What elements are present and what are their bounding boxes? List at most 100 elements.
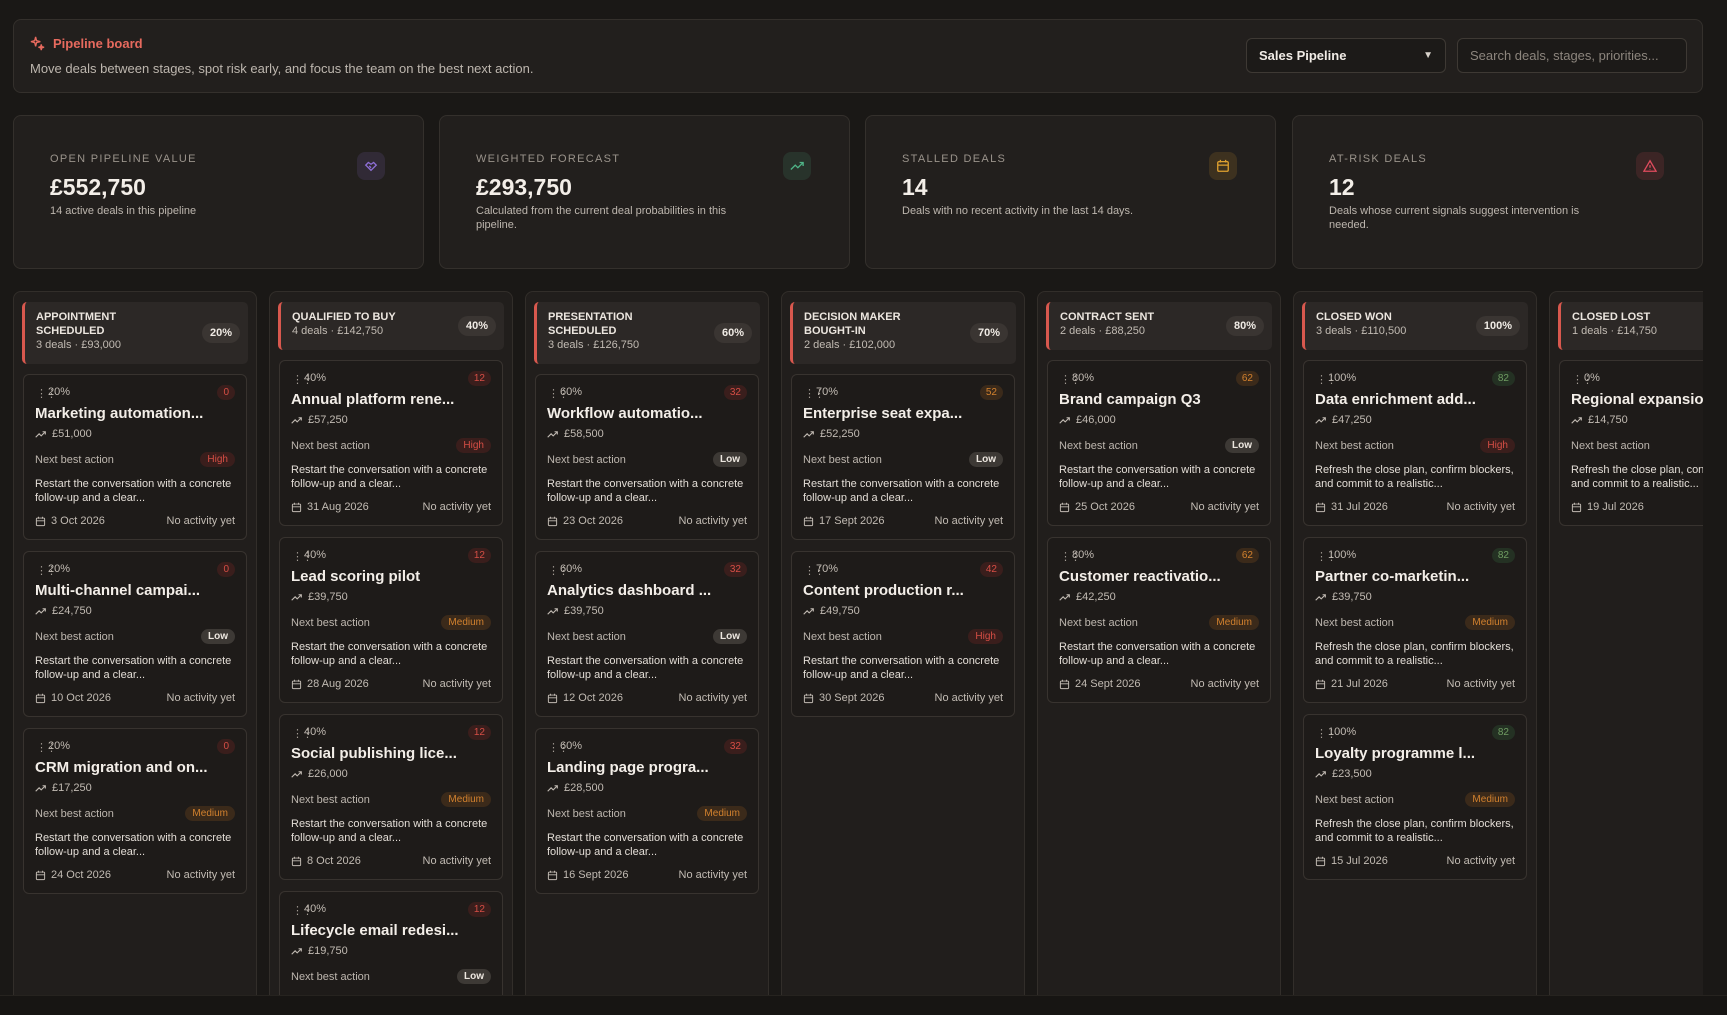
- deal-title[interactable]: Brand campaign Q3: [1059, 391, 1259, 408]
- close-date: 19 Jul 2026: [1571, 501, 1644, 513]
- last-activity: No activity yet: [166, 869, 235, 881]
- deal-title[interactable]: Customer reactivatio...: [1059, 568, 1259, 585]
- deal-title[interactable]: Regional expansion: [1571, 391, 1703, 408]
- close-date-value: 30 Sept 2026: [819, 692, 885, 704]
- deal-amount-value: £39,750: [564, 605, 604, 617]
- stage-header[interactable]: CLOSED LOST 1 deals · £14,750: [1558, 302, 1703, 350]
- close-date: 16 Sept 2026: [547, 869, 628, 881]
- deal-card[interactable]: ⋮⋮ 20% 0 Multi-channel campai... £24,750…: [23, 551, 247, 717]
- deal-amount-value: £19,750: [308, 945, 348, 957]
- priority-badge: Low: [713, 452, 747, 467]
- last-activity: No activity yet: [1446, 501, 1515, 513]
- deal-card[interactable]: ⋮⋮ 100% 82 Data enrichment add... £47,25…: [1303, 360, 1527, 526]
- deal-amount: £58,500: [547, 428, 604, 440]
- deal-probability: 60%: [560, 740, 583, 752]
- deal-title[interactable]: Lifecycle email redesi...: [291, 922, 491, 939]
- next-best-action-text: Restart the conversation with a concrete…: [291, 818, 488, 844]
- stage-header[interactable]: CONTRACT SENT 2 deals · £88,250 80%: [1046, 302, 1272, 350]
- deal-amount: £28,500: [547, 782, 604, 794]
- stage-header[interactable]: DECISION MAKER BOUGHT-IN 2 deals · £102,…: [790, 302, 1016, 364]
- deal-card[interactable]: ⋮⋮ 20% 0 CRM migration and on... £17,250…: [23, 728, 247, 894]
- deal-amount: £24,750: [35, 605, 92, 617]
- deal-title[interactable]: Marketing automation...: [35, 405, 235, 422]
- horizontal-scrollbar[interactable]: [0, 995, 1727, 1015]
- next-best-action-text: Restart the conversation with a concrete…: [803, 655, 1000, 681]
- next-best-action-text: Refresh the close plan, confirm blockers…: [1571, 464, 1703, 490]
- trending-up-icon: [291, 947, 302, 955]
- deal-amount-value: £58,500: [564, 428, 604, 440]
- deal-card[interactable]: ⋮⋮ 70% 42 Content production r... £49,75…: [791, 551, 1015, 717]
- close-date-value: 8 Oct 2026: [307, 855, 361, 867]
- deal-card[interactable]: ⋮⋮ 0% Regional expansion £14,750 Next be…: [1559, 360, 1703, 526]
- next-best-action-text: Restart the conversation with a concrete…: [547, 832, 744, 858]
- next-best-action-text: Restart the conversation with a concrete…: [35, 478, 232, 504]
- stage-name: APPOINTMENT SCHEDULED: [36, 311, 117, 337]
- stat-label: WEIGHTED FORECAST: [476, 153, 621, 165]
- deal-card[interactable]: ⋮⋮ 20% 0 Marketing automation... £51,000…: [23, 374, 247, 540]
- deal-card[interactable]: ⋮⋮ 40% 12 Lifecycle email redesi... £19,…: [279, 891, 503, 996]
- next-best-action-label: Next best action: [547, 454, 626, 466]
- deal-title[interactable]: CRM migration and on...: [35, 759, 235, 776]
- deal-title[interactable]: Data enrichment add...: [1315, 391, 1515, 408]
- stage-probability-badge: 100%: [1475, 316, 1520, 336]
- deal-card[interactable]: ⋮⋮ 60% 32 Analytics dashboard ... £39,75…: [535, 551, 759, 717]
- deal-title[interactable]: Workflow automatio...: [547, 405, 747, 422]
- search-input[interactable]: [1457, 38, 1687, 73]
- stage-column: QUALIFIED TO BUY 4 deals · £142,750 40% …: [269, 291, 513, 996]
- stage-header[interactable]: QUALIFIED TO BUY 4 deals · £142,750 40%: [278, 302, 504, 350]
- stage-header[interactable]: APPOINTMENT SCHEDULED 3 deals · £93,000 …: [22, 302, 248, 364]
- deal-title[interactable]: Content production r...: [803, 582, 1003, 599]
- deal-title[interactable]: Partner co-marketin...: [1315, 568, 1515, 585]
- next-best-action-label: Next best action: [35, 631, 114, 643]
- stat-value: 14: [902, 174, 928, 200]
- next-best-action-text: Restart the conversation with a concrete…: [547, 655, 744, 681]
- risk-score-badge: 62: [1235, 548, 1259, 563]
- calendar-icon: [1315, 502, 1326, 512]
- close-date-value: 31 Aug 2026: [307, 501, 369, 513]
- deal-title[interactable]: Social publishing lice...: [291, 745, 491, 762]
- pipeline-select[interactable]: Sales Pipeline ▼: [1246, 38, 1446, 73]
- next-best-action-text: Refresh the close plan, confirm blockers…: [1315, 818, 1514, 844]
- calendar-icon: [547, 516, 558, 526]
- deal-title[interactable]: Loyalty programme l...: [1315, 745, 1515, 762]
- risk-score-badge: 82: [1491, 725, 1515, 740]
- deal-card[interactable]: ⋮⋮ 40% 12 Annual platform rene... £57,25…: [279, 360, 503, 526]
- deal-probability: 0%: [1584, 372, 1600, 384]
- deal-card[interactable]: ⋮⋮ 40% 12 Lead scoring pilot £39,750 Nex…: [279, 537, 503, 703]
- deal-amount: £51,000: [35, 428, 92, 440]
- deal-card[interactable]: ⋮⋮ 80% 62 Brand campaign Q3 £46,000 Next…: [1047, 360, 1271, 526]
- priority-badge: Low: [457, 969, 491, 984]
- deal-title[interactable]: Multi-channel campai...: [35, 582, 235, 599]
- deal-amount-value: £51,000: [52, 428, 92, 440]
- deal-card[interactable]: ⋮⋮ 70% 52 Enterprise seat expa... £52,25…: [791, 374, 1015, 540]
- deal-title[interactable]: Lead scoring pilot: [291, 568, 491, 585]
- next-best-action-text: Restart the conversation with a concrete…: [291, 464, 488, 490]
- stage-name: QUALIFIED TO BUY: [292, 311, 396, 323]
- stage-header[interactable]: PRESENTATION SCHEDULED 3 deals · £126,75…: [534, 302, 760, 364]
- deal-title[interactable]: Landing page progra...: [547, 759, 747, 776]
- pipeline-select-value: Sales Pipeline: [1259, 48, 1347, 63]
- deal-card[interactable]: ⋮⋮ 80% 62 Customer reactivatio... £42,25…: [1047, 537, 1271, 703]
- deal-card[interactable]: ⋮⋮ 100% 82 Loyalty programme l... £23,50…: [1303, 714, 1527, 880]
- deal-card[interactable]: ⋮⋮ 100% 82 Partner co-marketin... £39,75…: [1303, 537, 1527, 703]
- deal-title[interactable]: Annual platform rene...: [291, 391, 491, 408]
- deal-title[interactable]: Enterprise seat expa...: [803, 405, 1003, 422]
- deal-probability: 20%: [48, 386, 71, 398]
- stage-header[interactable]: CLOSED WON 3 deals · £110,500 100%: [1302, 302, 1528, 350]
- deal-amount: £39,750: [1315, 591, 1372, 603]
- deal-title[interactable]: Analytics dashboard ...: [547, 582, 747, 599]
- deal-card[interactable]: ⋮⋮ 60% 32 Landing page progra... £28,500…: [535, 728, 759, 894]
- trending-up-icon: [547, 607, 558, 615]
- priority-badge: Medium: [441, 615, 491, 630]
- calendar-icon: [803, 693, 814, 703]
- deal-card[interactable]: ⋮⋮ 40% 12 Social publishing lice... £26,…: [279, 714, 503, 880]
- trending-up-icon: [1315, 416, 1326, 424]
- page-subtitle: Move deals between stages, spot risk ear…: [30, 61, 534, 76]
- priority-badge: High: [1480, 438, 1515, 453]
- next-best-action-label: Next best action: [803, 631, 882, 643]
- risk-score-badge: 12: [467, 548, 491, 563]
- deal-amount: £52,250: [803, 428, 860, 440]
- priority-badge: Medium: [1209, 615, 1259, 630]
- risk-score-badge: 32: [723, 562, 747, 577]
- deal-card[interactable]: ⋮⋮ 60% 32 Workflow automatio... £58,500 …: [535, 374, 759, 540]
